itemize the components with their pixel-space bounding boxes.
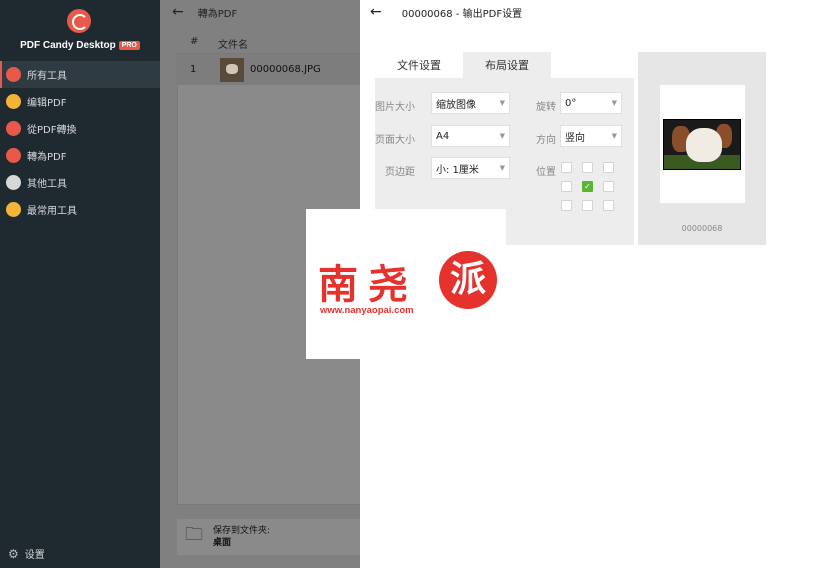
file-table-header: # 文件名: [190, 36, 248, 51]
back-arrow-icon[interactable]: ←: [172, 4, 184, 20]
position-cell-bottom-right[interactable]: [603, 200, 614, 211]
preview-image-dog: [686, 128, 722, 162]
settings-button[interactable]: ⚙ 设置: [8, 546, 45, 562]
tab-file-settings[interactable]: 文件设置: [375, 52, 463, 78]
col-filename: 文件名: [218, 40, 248, 51]
sidebar-item-label: 轉為PDF: [27, 152, 67, 163]
sidebar-item-from-pdf[interactable]: 從PDF轉換: [0, 115, 160, 142]
position-label: 位置: [536, 167, 556, 178]
more-icon: [6, 175, 21, 190]
position-cell-middle-right[interactable]: [603, 181, 614, 192]
dialog-title: 00000068 - 输出PDF设置: [401, 8, 523, 20]
preview-filename: 00000068: [681, 224, 723, 233]
rotate-select[interactable]: 0° ▼: [560, 92, 622, 114]
page-size-select[interactable]: A4 ▼: [431, 125, 510, 147]
watermark-char-2: 尧: [368, 262, 408, 308]
save-folder-label: 保存到文件夾:: [213, 526, 271, 536]
image-size-value: 缩放图像: [436, 99, 476, 111]
margin-label: 页边距: [385, 167, 415, 178]
chevron-down-icon: ▼: [611, 132, 617, 140]
app-logo-icon: [67, 9, 91, 33]
row-num: 1: [190, 64, 197, 75]
sidebar: PDF Candy Desktop PRO 所有工具 编辑PDF 從PDF轉換 轉…: [0, 0, 160, 568]
app-name: PDF Candy Desktop: [20, 40, 116, 51]
page-preview: 00000068: [638, 52, 766, 245]
watermark-url: www.nanyaopai.com: [320, 305, 414, 316]
watermark-char-1: 南: [318, 262, 358, 308]
image-size-select[interactable]: 缩放图像 ▼: [431, 92, 510, 114]
arrow-up-icon: [6, 148, 21, 163]
settings-tabs: 文件设置 布局设置: [375, 52, 551, 78]
preview-image: [663, 119, 741, 170]
folder-icon: 🗀: [185, 524, 203, 545]
sidebar-item-to-pdf[interactable]: 轉為PDF: [0, 142, 160, 169]
sidebar-item-label: 其他工具: [27, 179, 67, 190]
margin-select[interactable]: 小: 1厘米 ▼: [431, 157, 510, 179]
rotate-value: 0°: [565, 97, 577, 109]
star-icon: [6, 202, 21, 217]
watermark: 南 尧 派 www.nanyaopai.com: [306, 209, 506, 359]
sidebar-item-label: 從PDF轉換: [27, 125, 77, 136]
chevron-down-icon: ▼: [611, 99, 617, 107]
position-cell-bottom-left[interactable]: [561, 200, 572, 211]
margin-value: 小: 1厘米: [436, 164, 479, 176]
file-thumbnail: [220, 57, 244, 82]
settings-label: 设置: [24, 550, 45, 561]
row-filename: 00000068.JPG: [250, 64, 321, 75]
position-cell-middle-left[interactable]: [561, 181, 572, 192]
tab-layout-settings[interactable]: 布局设置: [463, 52, 551, 78]
arrow-down-icon: [6, 121, 21, 136]
orientation-value: 竖向: [565, 132, 585, 144]
preview-page: [660, 85, 745, 203]
sidebar-item-edit-pdf[interactable]: 编辑PDF: [0, 88, 160, 115]
dialog-header: ← 00000068 - 输出PDF设置: [360, 0, 813, 24]
pen-icon: [6, 94, 21, 109]
sidebar-item-all-tools[interactable]: 所有工具: [0, 61, 160, 88]
sidebar-item-other-tools[interactable]: 其他工具: [0, 169, 160, 196]
table-row[interactable]: 1 00000068.JPG: [178, 54, 363, 85]
sidebar-nav: 所有工具 编辑PDF 從PDF轉換 轉為PDF 其他工具 最常用工具: [0, 61, 160, 223]
orientation-select[interactable]: 竖向 ▼: [560, 125, 622, 147]
rotate-label: 旋转: [536, 102, 556, 113]
pro-badge: PRO: [118, 41, 140, 50]
position-cell-top-right[interactable]: [603, 162, 614, 173]
gear-icon: ⚙: [8, 546, 19, 561]
candy-icon: [6, 67, 21, 82]
position-cell-bottom-center[interactable]: [582, 200, 593, 211]
page-size-label: 页面大小: [375, 135, 415, 146]
save-folder-path: 桌面: [213, 538, 232, 548]
sidebar-item-label: 最常用工具: [27, 206, 77, 217]
page-size-value: A4: [436, 130, 450, 142]
watermark-char-3: 派: [439, 251, 497, 309]
sidebar-item-label: 所有工具: [27, 71, 67, 82]
position-cell-top-center[interactable]: [582, 162, 593, 173]
save-folder-button[interactable]: 🗀 保存到文件夾: 桌面: [177, 519, 362, 555]
position-cell-top-left[interactable]: [561, 162, 572, 173]
chevron-down-icon: ▼: [499, 164, 505, 172]
chevron-down-icon: ▼: [499, 99, 505, 107]
chevron-down-icon: ▼: [499, 132, 505, 140]
image-size-label: 图片大小: [375, 102, 415, 113]
converter-header: ← 轉為PDF: [160, 0, 360, 24]
back-arrow-icon[interactable]: ←: [370, 4, 382, 20]
app-brand: PDF Candy Desktop PRO: [0, 40, 160, 51]
position-cell-center-checked[interactable]: ✓: [582, 181, 593, 192]
sidebar-item-label: 编辑PDF: [27, 98, 67, 109]
converter-title: 轉為PDF: [197, 8, 238, 20]
orientation-label: 方向: [536, 135, 556, 146]
col-num: #: [190, 36, 199, 47]
sidebar-item-favorites[interactable]: 最常用工具: [0, 196, 160, 223]
